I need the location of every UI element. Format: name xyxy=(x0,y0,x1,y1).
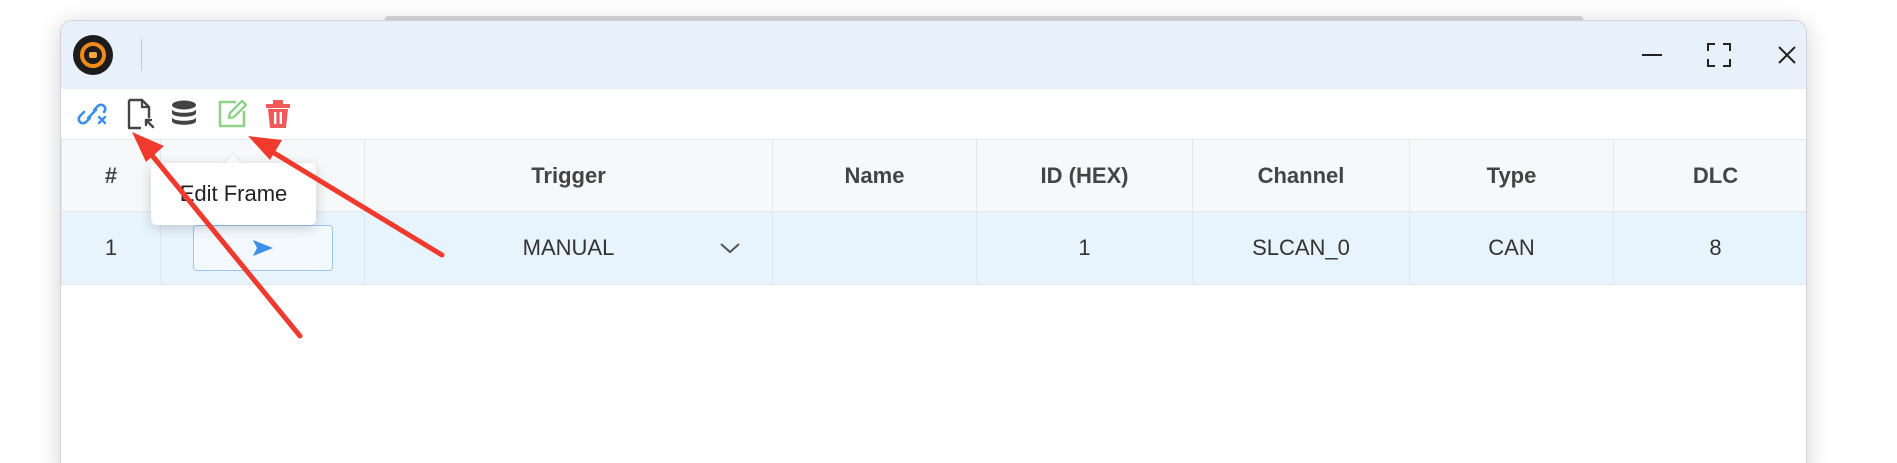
fullscreen-icon xyxy=(1707,43,1731,67)
edit-frame-tooltip: Edit Frame xyxy=(151,163,316,225)
close-icon xyxy=(1778,46,1796,64)
chevron-down-icon[interactable] xyxy=(718,236,742,260)
app-logo-icon xyxy=(73,35,113,75)
id-hex-cell[interactable]: 1 xyxy=(976,211,1193,285)
row-index: 1 xyxy=(61,211,161,285)
title-bar xyxy=(61,21,1806,89)
minimize-icon xyxy=(1642,54,1662,56)
column-header-name[interactable]: Name xyxy=(772,139,977,212)
name-cell[interactable] xyxy=(772,211,977,285)
close-button[interactable] xyxy=(1769,37,1805,73)
fullscreen-button[interactable] xyxy=(1701,37,1737,73)
import-file-button[interactable] xyxy=(123,97,157,131)
database-icon xyxy=(172,100,196,125)
column-header-dlc[interactable]: DLC xyxy=(1613,139,1806,212)
table-header-row: # Trigger Name ID (HEX) Channel Type DLC xyxy=(61,139,1806,212)
title-separator xyxy=(141,39,142,71)
app-window: # Trigger Name ID (HEX) Channel Type DLC… xyxy=(60,20,1807,463)
trash-icon xyxy=(266,100,290,128)
table-row[interactable]: 1 MANUAL 1 SLCAN_0 CAN 8 xyxy=(61,211,1806,285)
trigger-cell[interactable]: MANUAL xyxy=(364,211,773,285)
column-header-type[interactable]: Type xyxy=(1409,139,1614,212)
send-icon xyxy=(252,240,273,256)
channel-cell[interactable]: SLCAN_0 xyxy=(1192,211,1410,285)
dlc-cell[interactable]: 8 xyxy=(1613,211,1806,285)
link-disconnect-icon xyxy=(77,103,107,125)
file-import-icon xyxy=(127,98,155,130)
column-header-trigger[interactable]: Trigger xyxy=(364,139,773,212)
column-header-channel[interactable]: Channel xyxy=(1192,139,1410,212)
edit-frame-button[interactable] xyxy=(215,97,249,131)
send-frame-button[interactable] xyxy=(192,225,333,271)
minimize-button[interactable] xyxy=(1634,37,1670,73)
trigger-select-value[interactable]: MANUAL xyxy=(365,212,712,284)
frames-table: # Trigger Name ID (HEX) Channel Type DLC… xyxy=(61,139,1806,285)
delete-button[interactable] xyxy=(261,97,295,131)
disconnect-button[interactable] xyxy=(75,97,109,131)
column-header-id-hex[interactable]: ID (HEX) xyxy=(976,139,1193,212)
edit-icon xyxy=(218,99,248,128)
screen: # Trigger Name ID (HEX) Channel Type DLC… xyxy=(0,0,1897,463)
type-cell[interactable]: CAN xyxy=(1409,211,1614,285)
database-button[interactable] xyxy=(167,97,201,131)
toolbar xyxy=(61,89,1806,139)
column-header-index: # xyxy=(61,139,161,212)
